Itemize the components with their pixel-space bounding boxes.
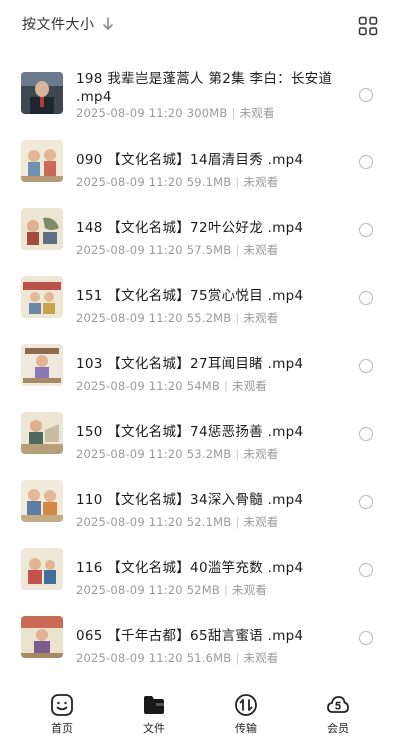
watch-status: 未观看: [243, 515, 279, 529]
meta-divider: |: [235, 311, 240, 325]
meta-divider: |: [235, 515, 240, 529]
file-row[interactable]: 090 【文化名城】14眉清目秀 .mp4 2025-08-09 11:20 5…: [0, 126, 400, 194]
select-radio[interactable]: [359, 495, 373, 509]
home-face-icon: [51, 694, 73, 716]
file-size: 55.2MB: [186, 311, 232, 325]
select-radio[interactable]: [359, 223, 373, 237]
meta-divider: |: [235, 651, 240, 665]
file-row[interactable]: 198 我辈岂是蓬蒿人 第2集 李白：长安道 .mp4 2025-08-09 1…: [0, 58, 400, 126]
file-meta: 2025-08-09 11:20 51.6MB | 未观看: [76, 650, 279, 666]
file-meta: 2025-08-09 11:20 53.2MB | 未观看: [76, 446, 279, 462]
watch-status: 未观看: [243, 243, 279, 257]
file-date: 2025-08-09 11:20: [76, 515, 183, 529]
file-meta: 2025-08-09 11:20 52MB | 未观看: [76, 582, 267, 598]
file-meta: 2025-08-09 11:20 54MB | 未观看: [76, 378, 267, 394]
select-radio[interactable]: [359, 631, 373, 645]
watch-status: 未观看: [243, 447, 279, 461]
file-date: 2025-08-09 11:20: [76, 583, 183, 597]
file-meta: 2025-08-09 11:20 52.1MB | 未观看: [76, 514, 279, 530]
file-size: 52MB: [186, 583, 220, 597]
meta-divider: |: [223, 583, 229, 597]
watch-status: 未观看: [243, 311, 279, 325]
file-title: 116 【文化名城】40滥竽充数 .mp4: [76, 560, 304, 576]
file-title: 151 【文化名城】75赏心悦目 .mp4: [76, 288, 304, 304]
select-radio[interactable]: [359, 563, 373, 577]
file-row[interactable]: 150 【文化名城】74惩恶扬善 .mp4 2025-08-09 11:20 5…: [0, 398, 400, 466]
file-title: 110 【文化名城】34深入骨髓 .mp4: [76, 492, 304, 508]
file-title: 198 我辈岂是蓬蒿人 第2集 李白：长安道 .mp4: [76, 71, 333, 105]
select-radio[interactable]: [359, 88, 373, 102]
file-row[interactable]: 148 【文化名城】72叶公好龙 .mp4 2025-08-09 11:20 5…: [0, 194, 400, 262]
watch-status: 未观看: [232, 379, 268, 393]
watch-status: 未观看: [243, 651, 279, 665]
video-thumbnail: [21, 548, 63, 590]
file-meta: 2025-08-09 11:20 300MB | 未观看: [76, 105, 275, 121]
file-title: 090 【文化名城】14眉清目秀 .mp4: [76, 152, 304, 168]
video-thumbnail: [21, 276, 63, 318]
video-thumbnail: [21, 412, 63, 454]
file-date: 2025-08-09 11:20: [76, 175, 183, 189]
tab-label: 会员: [327, 722, 349, 735]
file-date: 2025-08-09 11:20: [76, 651, 183, 665]
file-row[interactable]: 103 【文化名城】27耳闻目睹 .mp4 2025-08-09 11:20 5…: [0, 330, 400, 398]
meta-divider: |: [235, 447, 240, 461]
file-title: 065 【千年古都】65甜言蜜语 .mp4: [76, 628, 304, 644]
tab-files[interactable]: 文件: [124, 693, 184, 739]
transfer-icon: [235, 694, 257, 716]
file-date: 2025-08-09 11:20: [76, 379, 183, 393]
grid-view-icon[interactable]: [358, 16, 378, 36]
tab-vip[interactable]: 会员: [308, 693, 368, 739]
select-radio[interactable]: [359, 359, 373, 373]
file-size: 59.1MB: [186, 175, 232, 189]
video-thumbnail: [21, 616, 63, 658]
file-size: 52.1MB: [186, 515, 232, 529]
sort-by-size-button[interactable]: 按文件大小: [22, 14, 115, 34]
watch-status: 未观看: [232, 583, 268, 597]
meta-divider: |: [235, 243, 240, 257]
arrow-down-icon: [102, 17, 113, 30]
video-thumbnail: [21, 344, 63, 386]
file-meta: 2025-08-09 11:20 59.1MB | 未观看: [76, 174, 279, 190]
meta-divider: |: [231, 106, 236, 120]
file-row[interactable]: 116 【文化名城】40滥竽充数 .mp4 2025-08-09 11:20 5…: [0, 534, 400, 602]
file-title: 148 【文化名城】72叶公好龙 .mp4: [76, 220, 304, 236]
watch-status: 未观看: [239, 106, 275, 120]
file-date: 2025-08-09 11:20: [76, 243, 183, 257]
video-thumbnail: [21, 480, 63, 522]
file-meta: 2025-08-09 11:20 57.5MB | 未观看: [76, 242, 279, 258]
file-size: 57.5MB: [186, 243, 232, 257]
video-thumbnail: [21, 72, 63, 114]
video-thumbnail: [21, 208, 63, 250]
file-row[interactable]: 065 【千年古都】65甜言蜜语 .mp4 2025-08-09 11:20 5…: [0, 602, 400, 670]
tab-home[interactable]: 首页: [32, 693, 92, 739]
file-date: 2025-08-09 11:20: [76, 447, 183, 461]
select-radio[interactable]: [359, 427, 373, 441]
file-title: 103 【文化名城】27耳闻目睹 .mp4: [76, 356, 304, 372]
top-bar: 按文件大小: [0, 0, 400, 50]
file-row[interactable]: 110 【文化名城】34深入骨髓 .mp4 2025-08-09 11:20 5…: [0, 466, 400, 534]
tab-label: 首页: [51, 722, 73, 735]
file-row[interactable]: 151 【文化名城】75赏心悦目 .mp4 2025-08-09 11:20 5…: [0, 262, 400, 330]
bottom-tab-bar: 首页 文件 传输 会员: [0, 685, 400, 743]
file-size: 51.6MB: [186, 651, 232, 665]
video-thumbnail: [21, 140, 63, 182]
meta-divider: |: [235, 175, 240, 189]
file-size: 53.2MB: [186, 447, 232, 461]
select-radio[interactable]: [359, 155, 373, 169]
file-date: 2025-08-09 11:20: [76, 311, 183, 325]
tab-label: 传输: [235, 722, 257, 735]
watch-status: 未观看: [243, 175, 279, 189]
file-size: 300MB: [186, 106, 228, 120]
file-title: 150 【文化名城】74惩恶扬善 .mp4: [76, 424, 304, 440]
file-meta: 2025-08-09 11:20 55.2MB | 未观看: [76, 310, 279, 326]
sort-label: 按文件大小: [22, 17, 95, 33]
tab-label: 文件: [143, 722, 165, 735]
vip-cloud-icon: [327, 696, 349, 713]
folder-icon: [144, 696, 164, 714]
file-size: 54MB: [186, 379, 220, 393]
tab-transfer[interactable]: 传输: [216, 693, 276, 739]
meta-divider: |: [223, 379, 229, 393]
file-date: 2025-08-09 11:20: [76, 106, 183, 120]
select-radio[interactable]: [359, 291, 373, 305]
